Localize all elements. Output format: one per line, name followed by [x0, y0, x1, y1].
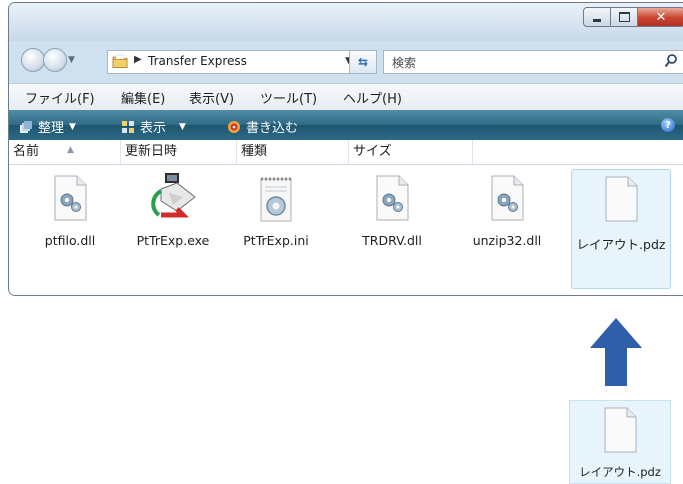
address-path[interactable]: Transfer Express [148, 54, 247, 68]
address-bar[interactable]: ▶ Transfer Express ▼ [107, 50, 365, 74]
burn-disc-icon [228, 120, 240, 133]
menu-bar: ファイル(F) 編集(E) 表示(V) ツール(T) ヘルプ(H) [9, 83, 683, 111]
menu-view[interactable]: 表示(V) [189, 88, 234, 107]
blank-document-icon [605, 176, 638, 222]
file-name: TRDRV.dll [362, 233, 422, 248]
dll-gear-icon [376, 175, 409, 221]
file-item[interactable]: PtTrExp.ini [226, 169, 326, 289]
menu-tools[interactable]: ツール(T) [260, 88, 317, 107]
up-arrow-icon [590, 318, 642, 386]
column-size[interactable]: サイズ [349, 140, 473, 164]
help-icon[interactable]: ? [661, 118, 675, 132]
exe-app-icon [151, 173, 196, 218]
file-name: PtTrExp.exe [136, 233, 210, 248]
breadcrumb-arrow-icon[interactable]: ▶ [134, 54, 142, 65]
file-item-selected[interactable]: レイアウト.pdz [571, 169, 671, 289]
dragged-file-item[interactable]: レイアウト.pdz [569, 400, 671, 484]
burn-button[interactable]: 書き込む [227, 117, 298, 136]
column-date-label: 更新日時 [125, 144, 178, 159]
organize-button[interactable]: 整理 ▼ [19, 117, 76, 136]
close-icon: ✕ [655, 9, 667, 25]
minimize-button[interactable] [583, 7, 611, 27]
refresh-icon: ⇆ [357, 55, 369, 69]
file-name: レイアウト.pdz [579, 465, 661, 479]
file-name: unzip32.dll [472, 233, 542, 248]
address-row: ▼ ▶ Transfer Express ▼ ⇆ 検索 [9, 41, 683, 83]
column-type-label: 種類 [241, 144, 268, 159]
dll-gear-icon [491, 175, 524, 221]
views-button[interactable]: 表示 ▼ [121, 117, 186, 136]
column-date-modified[interactable]: 更新日時 [121, 140, 237, 164]
menu-help[interactable]: ヘルプ(H) [343, 88, 402, 107]
dll-gear-icon [54, 175, 87, 221]
organize-icon [20, 120, 32, 133]
ini-settings-icon [260, 177, 292, 222]
minimize-icon [593, 18, 601, 22]
file-item[interactable]: ptfilo.dll [20, 169, 120, 289]
forward-button[interactable] [43, 48, 67, 72]
file-name: ptfilo.dll [44, 233, 96, 248]
file-item[interactable]: unzip32.dll [457, 169, 557, 289]
column-headers: 名前 ▲ 更新日時 種類 サイズ [9, 140, 683, 165]
file-item[interactable]: TRDRV.dll [342, 169, 442, 289]
title-bar[interactable]: ✕ [9, 3, 683, 41]
file-name: PtTrExp.ini [243, 233, 309, 248]
search-placeholder: 検索 [392, 56, 417, 70]
explorer-window: ✕ ▼ ▶ Transfer Express ▼ ⇆ 検索 ファイル(F) [8, 2, 683, 296]
file-item[interactable]: PtTrExp.exe [123, 169, 223, 289]
folder-icon [112, 54, 128, 68]
column-name-label: 名前 [13, 144, 40, 159]
recent-pages-dropdown[interactable]: ▼ [68, 55, 75, 65]
file-list: ptfilo.dll PtTrExp.exe PtTrExp.ini TRDRV… [9, 165, 683, 295]
refresh-button[interactable]: ⇆ [349, 50, 377, 74]
maximize-icon [618, 12, 630, 22]
column-type[interactable]: 種類 [237, 140, 349, 164]
column-name[interactable]: 名前 ▲ [9, 140, 121, 164]
burn-label: 書き込む [246, 121, 299, 136]
back-button[interactable] [21, 48, 45, 72]
window-controls: ✕ [583, 7, 683, 27]
views-icon [122, 120, 134, 133]
views-dropdown-icon: ▼ [179, 121, 186, 132]
maximize-button[interactable] [611, 7, 638, 27]
sort-ascending-icon: ▲ [67, 145, 74, 155]
file-name: レイアウト.pdz [576, 237, 666, 252]
views-label: 表示 [140, 121, 167, 136]
organize-dropdown-icon: ▼ [69, 121, 76, 132]
menu-edit[interactable]: 編集(E) [121, 88, 165, 107]
close-button[interactable]: ✕ [638, 7, 683, 27]
blank-document-icon [604, 407, 637, 453]
search-icon[interactable] [664, 53, 678, 69]
command-bar: 整理 ▼ 表示 ▼ 書き込む ? [9, 110, 683, 140]
menu-file[interactable]: ファイル(F) [25, 88, 95, 107]
organize-label: 整理 [38, 121, 65, 136]
search-input[interactable]: 検索 [383, 50, 683, 74]
column-size-label: サイズ [353, 144, 392, 159]
